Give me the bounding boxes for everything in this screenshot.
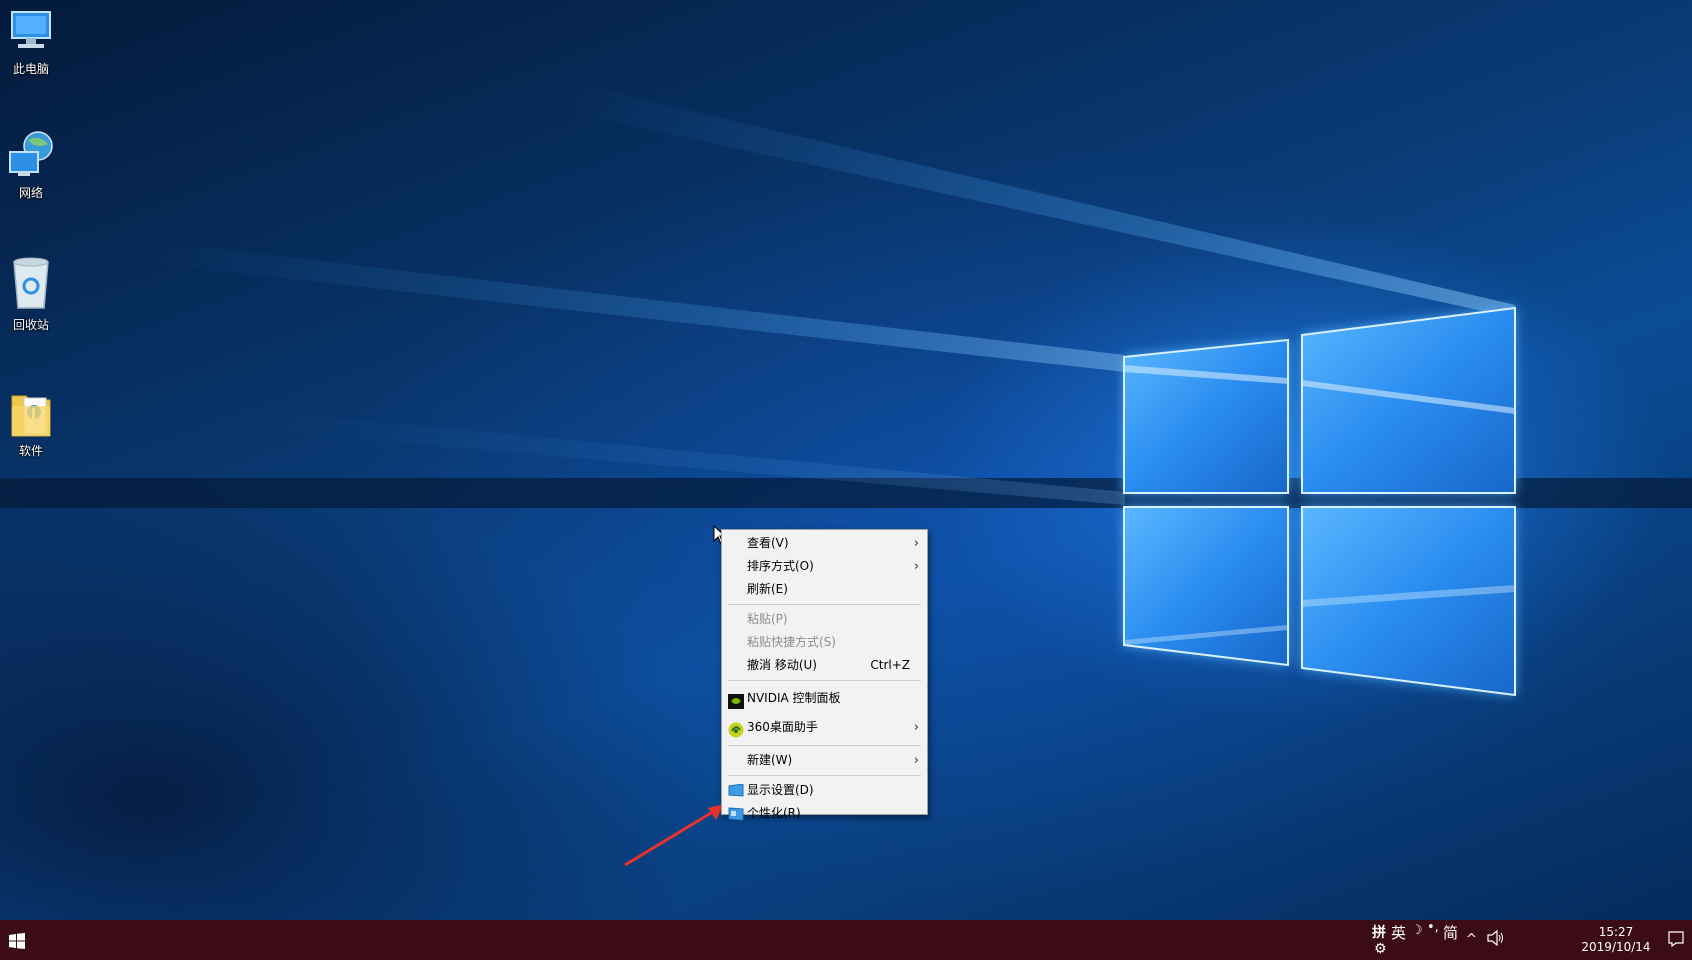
- menu-item-undo-move[interactable]: 撤消 移动(U) Ctrl+Z: [722, 654, 927, 677]
- desktop-icon-label: 此电脑: [12, 62, 49, 76]
- menu-item-paste-shortcut: 粘贴快捷方式(S): [722, 631, 927, 654]
- desktop-icon-label: 软件: [18, 444, 43, 458]
- network-icon: [6, 130, 56, 180]
- tray-overflow-chevron-icon[interactable]: ^: [1466, 932, 1477, 947]
- submenu-arrow-icon: ›: [913, 753, 919, 768]
- menu-item-label: 排序方式(O): [747, 559, 814, 573]
- menu-item-label: 刷新(E): [747, 582, 788, 596]
- desktop-icon-this-pc[interactable]: 此电脑: [0, 6, 62, 77]
- desktop-context-menu: 查看(V) › 排序方式(O) › 刷新(E) 粘贴(P) 粘贴快捷方式(S) …: [721, 529, 928, 821]
- personalize-icon: [728, 806, 744, 821]
- notification-center-icon[interactable]: [1668, 931, 1684, 951]
- menu-item-display-settings[interactable]: 显示设置(D): [722, 779, 927, 802]
- desktop-icon-label: 网络: [18, 186, 43, 200]
- menu-item-label: 新建(W): [747, 753, 793, 767]
- submenu-arrow-icon: ›: [913, 720, 919, 735]
- menu-separator: [728, 604, 921, 605]
- menu-item-sort[interactable]: 排序方式(O) ›: [722, 555, 927, 578]
- ime-moon-icon[interactable]: ☽: [1411, 923, 1423, 938]
- annotation-arrow-icon: [624, 804, 724, 867]
- menu-item-paste: 粘贴(P): [722, 608, 927, 631]
- windows-logo-icon: [9, 933, 25, 949]
- menu-item-label: 粘贴快捷方式(S): [747, 635, 836, 649]
- submenu-arrow-icon: ›: [913, 536, 919, 551]
- menu-item-personalize[interactable]: 个性化(R): [722, 802, 927, 825]
- ime-punctuation-indicator[interactable]: •,: [1427, 920, 1439, 935]
- menu-separator: [728, 745, 921, 746]
- menu-item-label: 撤消 移动(U): [747, 658, 817, 672]
- menu-item-label: 查看(V): [747, 536, 789, 550]
- menu-separator: [728, 775, 921, 776]
- system-tray: 拼 英 ☽ •, 简 ⚙ ^ 15:27 2019/10/14: [1312, 920, 1692, 960]
- menu-item-nvidia-control-panel[interactable]: NVIDIA 控制面板: [722, 684, 927, 713]
- ime-mode-indicator[interactable]: 拼: [1372, 922, 1386, 942]
- menu-item-label: 360桌面助手: [747, 720, 818, 734]
- submenu-arrow-icon: ›: [913, 559, 919, 574]
- menu-item-refresh[interactable]: 刷新(E): [722, 578, 927, 601]
- ime-settings-gear-icon[interactable]: ⚙: [1374, 941, 1387, 957]
- folder-icon: [6, 386, 56, 437]
- 360-icon: [728, 720, 744, 738]
- menu-item-label: NVIDIA 控制面板: [747, 691, 841, 705]
- menu-item-label: 粘贴(P): [747, 612, 788, 626]
- menu-item-label: 显示设置(D): [747, 783, 814, 797]
- menu-item-new[interactable]: 新建(W) ›: [722, 749, 927, 772]
- desktop-icon-software-folder[interactable]: 软件: [0, 386, 62, 459]
- start-button[interactable]: [0, 920, 36, 960]
- clock[interactable]: 15:27 2019/10/14: [1578, 925, 1654, 955]
- display-icon: [728, 783, 744, 798]
- clock-date: 2019/10/14: [1581, 940, 1651, 954]
- nvidia-icon: [728, 691, 744, 709]
- clock-time: 15:27: [1598, 925, 1634, 939]
- this-pc-icon: [6, 6, 56, 56]
- menu-item-view[interactable]: 查看(V) ›: [722, 532, 927, 555]
- menu-item-360-desktop[interactable]: 360桌面助手 ›: [722, 713, 927, 742]
- desktop[interactable]: 此电脑 网络 回收站 软件 查看(V) › 排序方式(O) › 刷新(E) 粘贴…: [0, 0, 1692, 920]
- ime-simplified-indicator[interactable]: 简: [1443, 922, 1458, 943]
- taskbar: 拼 英 ☽ •, 简 ⚙ ^ 15:27 2019/10/14: [0, 920, 1692, 960]
- desktop-icon-recycle-bin[interactable]: 回收站: [0, 256, 62, 333]
- desktop-icon-label: 回收站: [12, 318, 49, 332]
- recycle-bin-icon: [6, 256, 56, 309]
- menu-item-label: 个性化(R): [747, 806, 801, 820]
- speaker-icon[interactable]: [1487, 929, 1505, 950]
- language-indicator[interactable]: 英: [1391, 922, 1406, 943]
- menu-item-shortcut: Ctrl+Z: [870, 658, 910, 672]
- desktop-icon-network[interactable]: 网络: [0, 130, 62, 201]
- menu-separator: [728, 680, 921, 681]
